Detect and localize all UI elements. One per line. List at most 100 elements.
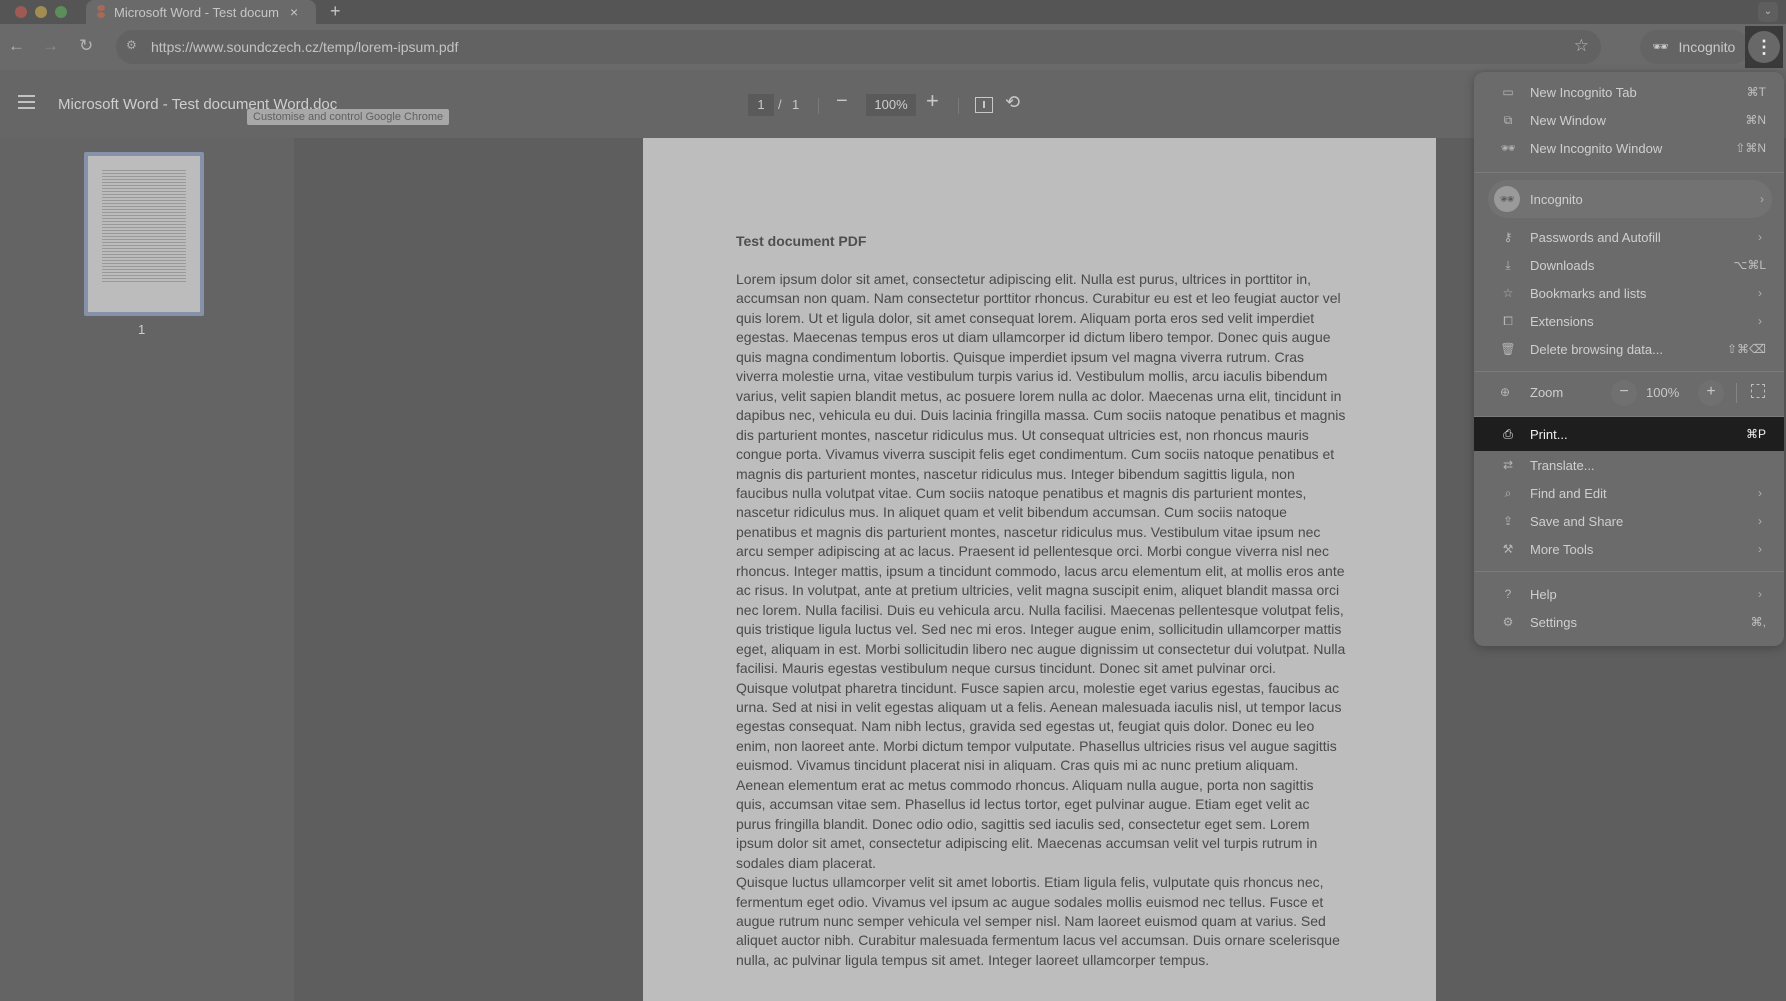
chrome-menu-button[interactable]: ⋮ [1745, 26, 1783, 68]
menu-item-more-tools[interactable]: ⚒ More Tools › [1474, 535, 1784, 563]
zoom-out-button[interactable]: − [836, 90, 848, 113]
menu-item-shortcut: ⌘P [1745, 427, 1766, 441]
menu-item-passwords[interactable]: ⚷ Passwords and Autofill › [1474, 223, 1784, 251]
document-body: Lorem ipsum dolor sit amet, consectetur … [736, 270, 1346, 970]
menu-item-new-window[interactable]: ⧉ New Window ⌘N [1474, 106, 1784, 134]
menu-item-shortcut: ⌘N [1745, 113, 1766, 127]
zoom-in-button[interactable]: + [926, 88, 939, 114]
menu-zoom-row: ⊕ Zoom − 100% + [1474, 373, 1784, 413]
menu-item-settings[interactable]: ⚙ Settings ⌘, [1474, 608, 1784, 636]
menu-item-label: Extensions [1530, 313, 1594, 329]
pdf-page: Test document PDF Lorem ipsum dolor sit … [643, 138, 1436, 1001]
incognito-label: Incognito [1678, 39, 1736, 55]
gear-icon: ⚙ [1502, 615, 1514, 629]
menu-item-new-incognito-window[interactable]: 🕶 New Incognito Window ⇧⌘N [1474, 134, 1784, 162]
key-icon: ⚷ [1503, 230, 1513, 244]
menu-item-help[interactable]: ? Help › [1474, 580, 1784, 608]
menu-item-shortcut: ⌘, [1750, 615, 1766, 629]
sidebar-toggle-icon[interactable] [18, 95, 35, 109]
new-window-icon: ⧉ [1503, 112, 1513, 127]
menu-item-extensions[interactable]: ⧠ Extensions › [1474, 307, 1784, 335]
tab-search-button[interactable]: ⌄ [1758, 2, 1778, 22]
page-separator: / [778, 97, 782, 112]
menu-item-save-and-share[interactable]: ⇪ Save and Share › [1474, 507, 1784, 535]
menu-item-label: Delete browsing data... [1530, 341, 1663, 357]
paragraph: Lorem ipsum dolor sit amet, consectetur … [736, 271, 1346, 677]
menu-item-new-incognito-tab[interactable]: ▭ New Incognito Tab ⌘T [1474, 78, 1784, 106]
menu-item-shortcut: ⌥⌘L [1733, 258, 1766, 272]
menu-item-label: Downloads [1530, 257, 1595, 273]
menu-item-label: Save and Share [1530, 513, 1624, 529]
menu-item-delete-browsing-data[interactable]: 🗑 Delete browsing data... ⇧⌘⌫ [1474, 335, 1784, 363]
menu-divider [1474, 172, 1784, 173]
chrome-menu: ▭ New Incognito Tab ⌘T ⧉ New Window ⌘N 🕶… [1474, 72, 1784, 646]
menu-item-label: More Tools [1530, 541, 1594, 557]
reload-button[interactable]: ↻ [79, 36, 93, 56]
menu-item-label: New Incognito Window [1530, 140, 1663, 156]
chevron-right-icon: › [1758, 230, 1762, 244]
menu-zoom-in-button[interactable]: + [1698, 380, 1724, 406]
incognito-indicator[interactable]: 🕶 Incognito [1640, 30, 1750, 64]
menu-divider [1474, 571, 1784, 572]
incognito-icon: 🕶 [1652, 39, 1669, 54]
url-text[interactable]: https://www.soundczech.cz/temp/lorem-ips… [151, 39, 458, 55]
zoom-level-input[interactable]: 100% [866, 94, 916, 116]
menu-item-label: Bookmarks and lists [1530, 285, 1647, 301]
chevron-right-icon: › [1758, 542, 1762, 556]
incognito-icon: 🕶 [1500, 141, 1516, 155]
pdf-favicon-icon [96, 5, 106, 19]
chevron-right-icon: › [1758, 314, 1762, 328]
toolbox-icon: ⚒ [1502, 542, 1514, 556]
menu-item-label: Incognito [1530, 191, 1583, 207]
menu-item-label: Find and Edit [1530, 485, 1607, 501]
new-tab-button[interactable]: + [330, 1, 341, 22]
bookmark-star-icon[interactable]: ☆ [1574, 36, 1589, 56]
new-tab-icon: ▭ [1502, 85, 1514, 99]
incognito-avatar-icon: 🕶 [1494, 186, 1520, 212]
star-icon: ☆ [1502, 286, 1514, 300]
menu-item-bookmarks[interactable]: ☆ Bookmarks and lists › [1474, 279, 1784, 307]
page-thumbnail[interactable] [84, 152, 204, 316]
divider [958, 98, 959, 114]
menu-item-translate[interactable]: ⇄ Translate... [1474, 451, 1784, 479]
chevron-right-icon: › [1758, 587, 1762, 601]
fit-to-page-icon[interactable] [975, 97, 993, 113]
chevron-right-icon: › [1758, 286, 1762, 300]
menu-item-find-and-edit[interactable]: ⌕ Find and Edit › [1474, 479, 1784, 507]
address-bar[interactable]: ⚙ https://www.soundczech.cz/temp/lorem-i… [116, 30, 1601, 64]
download-icon: ⤓ [1505, 257, 1511, 272]
tab-close-icon[interactable]: × [290, 4, 298, 20]
menu-item-label: Passwords and Autofill [1530, 229, 1661, 245]
save-share-icon: ⇪ [1502, 514, 1514, 528]
menu-item-profile-incognito[interactable]: 🕶 Incognito › [1488, 180, 1772, 218]
chevron-right-icon: › [1758, 486, 1762, 500]
menu-item-label: Settings [1530, 614, 1577, 630]
back-button[interactable]: ← [8, 36, 25, 56]
fullscreen-icon[interactable] [1751, 384, 1765, 398]
thumbnail-page-number: 1 [138, 322, 146, 337]
maximize-window-button[interactable] [55, 6, 67, 18]
menu-item-downloads[interactable]: ⤓ Downloads ⌥⌘L [1474, 251, 1784, 279]
tab-title: Microsoft Word - Test docum [114, 4, 279, 20]
kebab-menu-icon: ⋮ [1748, 31, 1780, 63]
page-number-input[interactable]: 1 [748, 94, 774, 116]
menu-item-print[interactable]: ⎙ Print... ⌘P [1474, 417, 1784, 451]
paragraph: Quisque volutpat pharetra tincidunt. Fus… [736, 679, 1342, 871]
zoom-icon: ⊕ [1500, 385, 1511, 399]
paragraph: Quisque luctus ullamcorper velit sit ame… [736, 874, 1340, 968]
tab-active[interactable]: Microsoft Word - Test docum × [86, 0, 316, 24]
find-icon: ⌕ [1504, 485, 1512, 500]
close-window-button[interactable] [15, 6, 27, 18]
rotate-icon[interactable]: ⟲ [1005, 92, 1020, 113]
menu-divider [1474, 371, 1784, 372]
site-info-icon[interactable]: ⚙ [126, 38, 144, 56]
printer-icon: ⎙ [1503, 426, 1513, 441]
thumbnail-sidebar: 1 [0, 138, 294, 1001]
menu-tooltip: Customise and control Google Chrome [247, 109, 450, 125]
menu-zoom-out-button[interactable]: − [1611, 380, 1637, 406]
puzzle-icon: ⧠ [1503, 313, 1513, 328]
document-heading: Test document PDF [736, 233, 867, 249]
menu-item-shortcut: ⌘T [1746, 85, 1766, 99]
minimize-window-button[interactable] [35, 6, 47, 18]
forward-button[interactable]: → [42, 36, 59, 56]
